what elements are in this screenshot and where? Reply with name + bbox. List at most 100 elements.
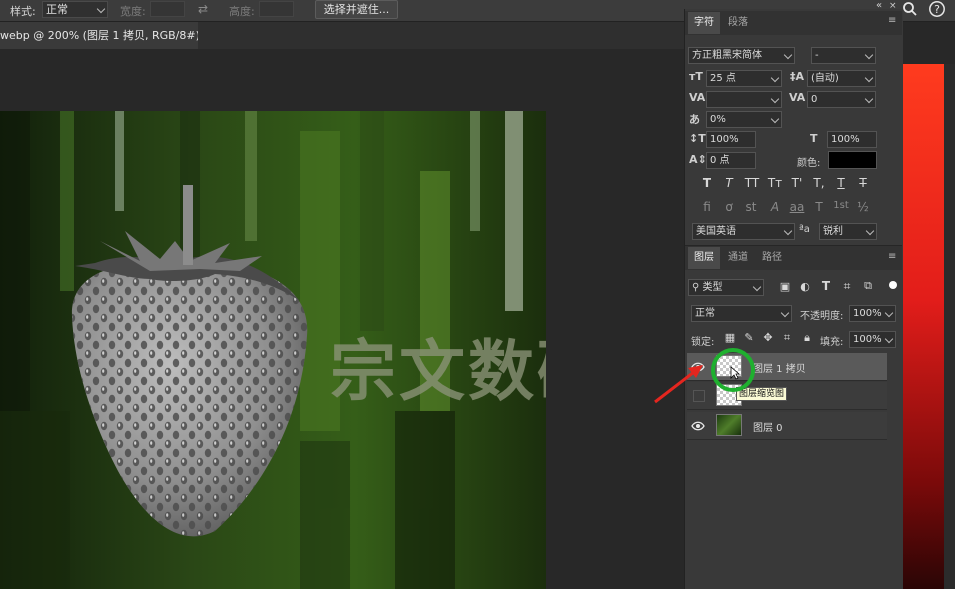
font-family-value: 方正粗黑宋简体 — [692, 50, 762, 61]
filter-adjustment-icon[interactable]: ◐ — [797, 280, 813, 293]
fractions-button[interactable]: ½ — [853, 200, 873, 214]
horizontal-scale-input[interactable]: 100% — [827, 131, 877, 148]
right-edge — [944, 64, 955, 589]
discretionary-ligatures-button[interactable]: st — [741, 200, 761, 214]
tab-paths[interactable]: 路径 — [756, 247, 788, 269]
language-value: 美国英语 — [696, 226, 736, 237]
filter-type-icon[interactable]: T — [818, 279, 834, 293]
document-tab[interactable]: webp @ 200% (图层 1 拷贝, RGB/8#) * × — [0, 22, 198, 49]
chevron-down-icon — [864, 50, 874, 60]
vertical-scale-input[interactable]: 100% — [706, 131, 756, 148]
tab-character[interactable]: 字符 — [688, 12, 720, 34]
filter-shape-icon[interactable]: ⌗ — [839, 279, 855, 294]
document-canvas[interactable]: 宗文数码 — [0, 111, 546, 589]
lock-position-icon[interactable]: ✥ — [761, 331, 775, 344]
eye-icon[interactable] — [691, 420, 705, 432]
blend-mode-value: 正常 — [695, 308, 715, 319]
filter-smartobject-icon[interactable]: ⧉ — [860, 279, 876, 293]
layer-filter-select[interactable]: ⚲ 类型 — [688, 279, 764, 296]
close-panel-icon[interactable]: × — [889, 1, 897, 11]
style-select-value: 正常 — [46, 3, 68, 16]
filter-toggle-icon[interactable] — [889, 281, 897, 289]
lock-all-icon[interactable]: 🔒︎ — [800, 331, 814, 345]
titling-alternates-button[interactable]: T — [809, 200, 829, 214]
arrow-line-icon — [654, 370, 695, 404]
strikethrough-button[interactable]: T — [853, 176, 873, 190]
lock-transparent-icon[interactable]: ▦ — [723, 331, 737, 344]
vertical-scale-icon: ↕T — [689, 132, 706, 145]
search-icon[interactable] — [902, 1, 918, 17]
chevron-down-icon — [864, 73, 874, 83]
font-size-input[interactable]: 25 点 — [706, 70, 782, 87]
tab-paragraph[interactable]: 段落 — [722, 12, 754, 34]
all-caps-button[interactable]: TT — [741, 176, 763, 190]
chevron-down-icon — [770, 114, 780, 124]
kerning-input[interactable] — [706, 91, 782, 108]
chevron-down-icon — [783, 226, 793, 236]
document-tab-bar: webp @ 200% (图层 1 拷贝, RGB/8#) * × — [0, 22, 684, 49]
chevron-down-icon — [884, 308, 894, 318]
subscript-button[interactable]: T, — [809, 176, 829, 190]
chevron-down-icon — [752, 282, 762, 292]
annotation-overlay — [654, 348, 755, 404]
lock-image-icon[interactable]: ✎ — [742, 331, 756, 344]
baseline-shift-value: 0 点 — [710, 155, 730, 166]
width-label: 宽度: — [120, 5, 146, 18]
swash-button[interactable]: A — [765, 200, 785, 214]
fill-label: 填充: — [820, 337, 844, 348]
select-and-mask-button[interactable]: 选择并遮住... — [315, 0, 398, 19]
blend-mode-select[interactable]: 正常 — [691, 305, 792, 322]
color-swatch-strip — [902, 64, 944, 589]
panel-menu-icon[interactable]: ≡ — [888, 15, 896, 26]
tracking-input[interactable]: 0 — [807, 91, 876, 108]
leading-input[interactable]: (自动) — [807, 70, 876, 87]
baseline-shift-icon: A⇕ — [689, 153, 707, 166]
text-color-swatch[interactable] — [828, 151, 877, 169]
color-label: 颜色: — [797, 158, 821, 169]
chevron-down-icon — [770, 73, 780, 83]
ordinals-button[interactable]: 1st — [831, 200, 851, 211]
style-select[interactable]: 正常 — [42, 1, 108, 18]
chevron-down-icon — [96, 4, 106, 14]
small-caps-button[interactable]: Tт — [765, 176, 785, 190]
swap-icon[interactable]: ⇄ — [198, 2, 208, 16]
ligatures-button[interactable]: fi — [697, 200, 717, 214]
tracking-icon: VA — [789, 91, 806, 104]
filter-pixel-icon[interactable]: ▣ — [777, 280, 793, 293]
faux-bold-button[interactable]: T — [697, 176, 717, 190]
height-input[interactable] — [259, 1, 294, 17]
panel-menu-icon[interactable]: ≡ — [888, 251, 896, 262]
antialias-select[interactable]: 锐利 — [819, 223, 877, 240]
layer-name[interactable]: 图层 0 — [753, 419, 783, 434]
chevron-down-icon — [884, 334, 894, 344]
tab-layers[interactable]: 图层 — [688, 247, 720, 269]
chevron-down-icon — [780, 308, 790, 318]
underline-button[interactable]: T — [831, 176, 851, 190]
font-style-select[interactable]: - — [811, 47, 876, 64]
fill-input[interactable]: 100% — [849, 331, 896, 348]
opacity-input[interactable]: 100% — [849, 305, 896, 322]
document-tab-title: webp @ 200% (图层 1 拷贝, RGB/8#) * — [0, 29, 198, 42]
kerning-icon: VA — [689, 91, 706, 104]
font-family-select[interactable]: 方正粗黑宋简体 — [688, 47, 795, 64]
stylistic-alternates-button[interactable]: aa — [787, 200, 807, 214]
font-style-value: - — [815, 50, 819, 61]
tab-channels[interactable]: 通道 — [722, 247, 754, 269]
layer-filter-value: 类型 — [702, 282, 723, 293]
layer-thumbnail[interactable] — [716, 414, 742, 436]
superscript-button[interactable]: T' — [787, 176, 807, 190]
tsume-input[interactable]: 0% — [706, 111, 782, 128]
leading-icon: ‡A — [790, 70, 805, 83]
width-input[interactable] — [150, 1, 185, 17]
baseline-shift-input[interactable]: 0 点 — [706, 152, 756, 169]
faux-italic-button[interactable]: T — [719, 176, 739, 190]
tsume-value: 0% — [710, 114, 726, 125]
old-style-button[interactable]: ơ — [719, 200, 739, 214]
help-icon[interactable]: ? — [928, 0, 946, 18]
tracking-value: 0 — [811, 94, 818, 105]
tsume-icon: あ — [689, 113, 700, 126]
language-select[interactable]: 美国英语 — [692, 223, 795, 240]
lock-artboard-icon[interactable]: ⌗ — [780, 331, 794, 345]
collapse-panels-icon[interactable]: « — [876, 0, 882, 11]
layer-row[interactable]: 图层 0 — [687, 412, 887, 440]
